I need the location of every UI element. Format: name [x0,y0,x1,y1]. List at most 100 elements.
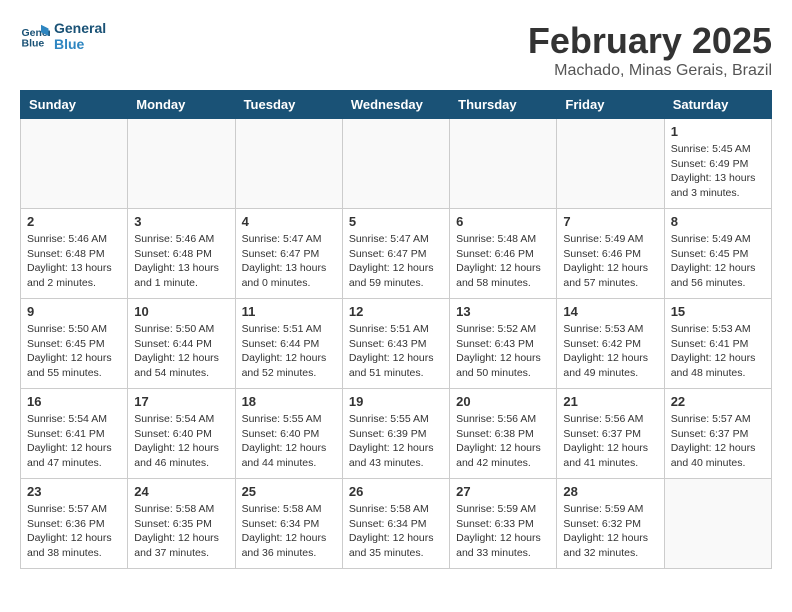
day-info: Sunrise: 5:54 AM Sunset: 6:40 PM Dayligh… [134,412,228,471]
day-number: 5 [349,214,443,229]
header: General Blue General Blue February 2025 … [20,20,772,80]
day-number: 20 [456,394,550,409]
day-number: 4 [242,214,336,229]
title-block: February 2025 Machado, Minas Gerais, Bra… [528,20,772,80]
day-info: Sunrise: 5:51 AM Sunset: 6:43 PM Dayligh… [349,322,443,381]
calendar-cell: 4Sunrise: 5:47 AM Sunset: 6:47 PM Daylig… [235,209,342,299]
logo-text-blue: Blue [54,36,106,52]
calendar-cell [21,119,128,209]
day-number: 11 [242,304,336,319]
calendar-cell: 17Sunrise: 5:54 AM Sunset: 6:40 PM Dayli… [128,389,235,479]
calendar-cell: 3 Sunrise: 5:46 AM Sunset: 6:48 PM Daylig… [128,209,235,299]
calendar-week-row: 9Sunrise: 5:50 AM Sunset: 6:45 PM Daylig… [21,299,772,389]
day-info: Sunrise: 5:58 AM Sunset: 6:35 PM Dayligh… [134,502,228,561]
calendar-cell: 5 Sunrise: 5:47 AM Sunset: 6:47 PM Daylig… [342,209,449,299]
calendar-cell [664,479,771,569]
day-number: 8 [671,214,765,229]
calendar-week-row: 16Sunrise: 5:54 AM Sunset: 6:41 PM Dayli… [21,389,772,479]
day-info: Sunrise: 5:59 AM Sunset: 6:33 PM Dayligh… [456,502,550,561]
calendar-cell [128,119,235,209]
calendar-table: SundayMondayTuesdayWednesdayThursdayFrid… [20,90,772,569]
calendar-cell: 25 Sunrise: 5:58 AM Sunset: 6:34 PM Dayli… [235,479,342,569]
calendar-cell: 24Sunrise: 5:58 AM Sunset: 6:35 PM Dayli… [128,479,235,569]
calendar-cell: 6 Sunrise: 5:48 AM Sunset: 6:46 PM Daylig… [450,209,557,299]
calendar-title: February 2025 [528,20,772,62]
day-number: 6 [456,214,550,229]
day-info: Sunrise: 5:46 AM Sunset: 6:48 PM Dayligh… [134,232,228,291]
calendar-cell: 7 Sunrise: 5:49 AM Sunset: 6:46 PM Daylig… [557,209,664,299]
day-info: Sunrise: 5:54 AM Sunset: 6:41 PM Dayligh… [27,412,121,471]
calendar-cell: 26 Sunrise: 5:58 AM Sunset: 6:34 PM Dayli… [342,479,449,569]
day-info: Sunrise: 5:53 AM Sunset: 6:42 PM Dayligh… [563,322,657,381]
day-number: 22 [671,394,765,409]
calendar-cell: 9Sunrise: 5:50 AM Sunset: 6:45 PM Daylig… [21,299,128,389]
weekday-header-tuesday: Tuesday [235,91,342,119]
calendar-cell: 1 Sunrise: 5:45 AM Sunset: 6:49 PM Daylig… [664,119,771,209]
calendar-cell: 2 Sunrise: 5:46 AM Sunset: 6:48 PM Daylig… [21,209,128,299]
day-info: Sunrise: 5:50 AM Sunset: 6:45 PM Dayligh… [27,322,121,381]
day-number: 1 [671,124,765,139]
calendar-cell: 13Sunrise: 5:52 AM Sunset: 6:43 PM Dayli… [450,299,557,389]
day-number: 7 [563,214,657,229]
day-info: Sunrise: 5:47 AM Sunset: 6:47 PM Dayligh… [349,232,443,291]
day-info: Sunrise: 5:56 AM Sunset: 6:37 PM Dayligh… [563,412,657,471]
day-number: 23 [27,484,121,499]
calendar-cell: 15 Sunrise: 5:53 AM Sunset: 6:41 PM Dayli… [664,299,771,389]
day-info: Sunrise: 5:46 AM Sunset: 6:48 PM Dayligh… [27,232,121,291]
day-number: 18 [242,394,336,409]
calendar-week-row: 2 Sunrise: 5:46 AM Sunset: 6:48 PM Daylig… [21,209,772,299]
day-info: Sunrise: 5:48 AM Sunset: 6:46 PM Dayligh… [456,232,550,291]
day-info: Sunrise: 5:53 AM Sunset: 6:41 PM Dayligh… [671,322,765,381]
day-number: 13 [456,304,550,319]
day-info: Sunrise: 5:57 AM Sunset: 6:36 PM Dayligh… [27,502,121,561]
day-number: 25 [242,484,336,499]
calendar-cell [450,119,557,209]
day-info: Sunrise: 5:55 AM Sunset: 6:39 PM Dayligh… [349,412,443,471]
day-info: Sunrise: 5:57 AM Sunset: 6:37 PM Dayligh… [671,412,765,471]
calendar-cell: 14 Sunrise: 5:53 AM Sunset: 6:42 PM Dayli… [557,299,664,389]
calendar-week-row: 23 Sunrise: 5:57 AM Sunset: 6:36 PM Dayli… [21,479,772,569]
day-info: Sunrise: 5:59 AM Sunset: 6:32 PM Dayligh… [563,502,657,561]
calendar-cell: 23 Sunrise: 5:57 AM Sunset: 6:36 PM Dayli… [21,479,128,569]
day-number: 10 [134,304,228,319]
weekday-header-thursday: Thursday [450,91,557,119]
day-number: 21 [563,394,657,409]
day-number: 26 [349,484,443,499]
day-info: Sunrise: 5:49 AM Sunset: 6:46 PM Dayligh… [563,232,657,291]
svg-text:Blue: Blue [22,38,45,50]
calendar-cell [342,119,449,209]
day-number: 12 [349,304,443,319]
calendar-week-row: 1 Sunrise: 5:45 AM Sunset: 6:49 PM Daylig… [21,119,772,209]
weekday-header-saturday: Saturday [664,91,771,119]
calendar-cell: 19 Sunrise: 5:55 AM Sunset: 6:39 PM Dayli… [342,389,449,479]
page-container: General Blue General Blue February 2025 … [20,20,772,569]
calendar-cell: 12 Sunrise: 5:51 AM Sunset: 6:43 PM Dayli… [342,299,449,389]
logo-icon: General Blue [20,21,50,51]
calendar-cell: 21 Sunrise: 5:56 AM Sunset: 6:37 PM Dayli… [557,389,664,479]
calendar-cell: 22 Sunrise: 5:57 AM Sunset: 6:37 PM Dayli… [664,389,771,479]
day-info: Sunrise: 5:50 AM Sunset: 6:44 PM Dayligh… [134,322,228,381]
weekday-header-row: SundayMondayTuesdayWednesdayThursdayFrid… [21,91,772,119]
day-info: Sunrise: 5:58 AM Sunset: 6:34 PM Dayligh… [242,502,336,561]
calendar-subtitle: Machado, Minas Gerais, Brazil [528,62,772,80]
calendar-cell: 11Sunrise: 5:51 AM Sunset: 6:44 PM Dayli… [235,299,342,389]
calendar-cell: 8 Sunrise: 5:49 AM Sunset: 6:45 PM Daylig… [664,209,771,299]
day-info: Sunrise: 5:58 AM Sunset: 6:34 PM Dayligh… [349,502,443,561]
day-info: Sunrise: 5:49 AM Sunset: 6:45 PM Dayligh… [671,232,765,291]
weekday-header-sunday: Sunday [21,91,128,119]
day-number: 28 [563,484,657,499]
weekday-header-wednesday: Wednesday [342,91,449,119]
calendar-cell: 16Sunrise: 5:54 AM Sunset: 6:41 PM Dayli… [21,389,128,479]
weekday-header-friday: Friday [557,91,664,119]
day-number: 2 [27,214,121,229]
day-number: 15 [671,304,765,319]
day-info: Sunrise: 5:45 AM Sunset: 6:49 PM Dayligh… [671,142,765,201]
day-number: 19 [349,394,443,409]
calendar-cell [557,119,664,209]
day-number: 14 [563,304,657,319]
day-number: 3 [134,214,228,229]
calendar-cell: 20 Sunrise: 5:56 AM Sunset: 6:38 PM Dayli… [450,389,557,479]
day-info: Sunrise: 5:55 AM Sunset: 6:40 PM Dayligh… [242,412,336,471]
calendar-cell: 27Sunrise: 5:59 AM Sunset: 6:33 PM Dayli… [450,479,557,569]
day-info: Sunrise: 5:56 AM Sunset: 6:38 PM Dayligh… [456,412,550,471]
